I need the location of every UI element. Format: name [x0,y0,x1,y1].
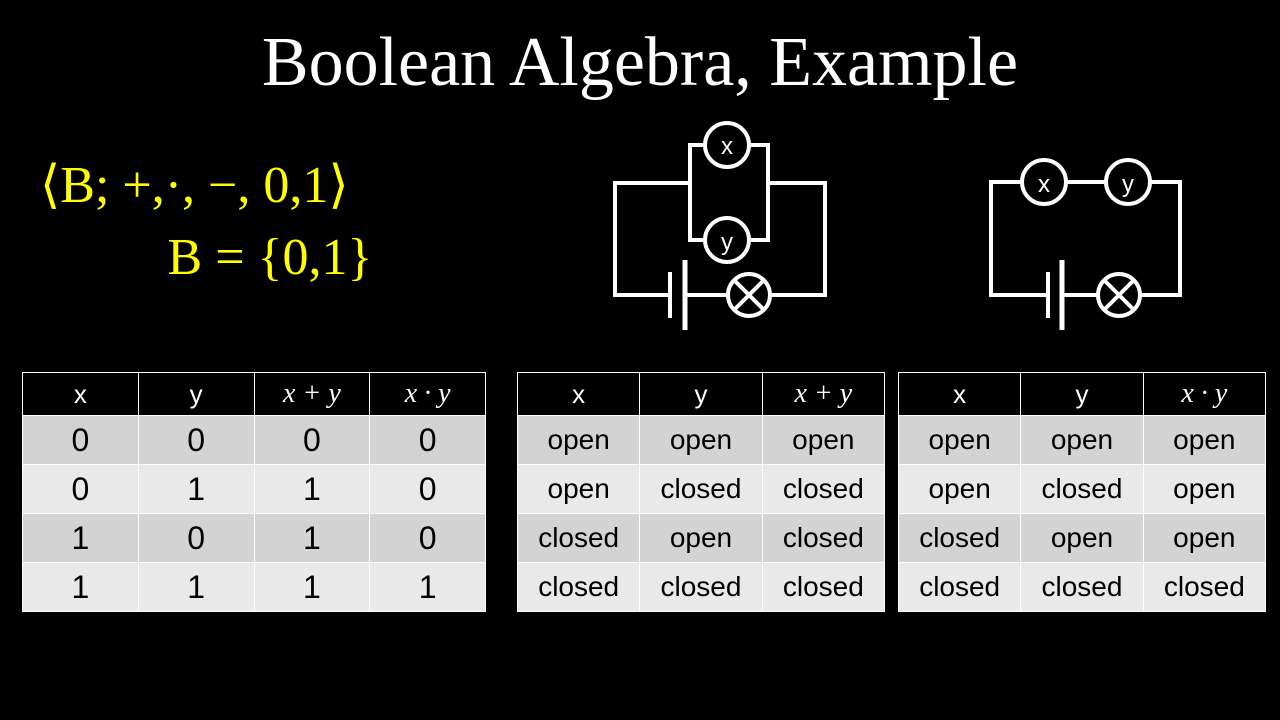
cell: closed [639,562,763,612]
cell: 1 [253,513,371,563]
table-row: closed closed closed [897,562,1267,612]
table-row: closed open closed [516,513,886,563]
cell: open [1142,513,1267,563]
cell: open [897,464,1022,514]
boolean-algebra-formula: ⟨B; +,·, −, 0,1⟩ B = {0,1} [30,150,530,294]
cell: open [639,415,763,465]
cell: closed [761,562,886,612]
battery-symbol [668,260,688,330]
parallel-switch-table: x y x + y open open open open closed clo… [516,372,886,612]
formula-signature-line: ⟨B; +,·, −, 0,1⟩ [40,157,349,214]
cell: 1 [22,562,139,612]
cell: 0 [22,464,139,514]
column-header-x: x [22,372,139,416]
cell: closed [516,562,641,612]
cell: open [1020,415,1144,465]
column-header-y: y [1020,372,1144,416]
column-header-y: y [639,372,763,416]
cell: open [897,415,1022,465]
formula-set-definition-line: B = {0,1} [167,229,373,286]
cell: open [516,415,641,465]
column-header-x: x [897,372,1022,416]
cell: closed [516,513,641,563]
cell: 1 [137,562,255,612]
table-header-row: x y x + y x · y [22,372,486,416]
switch-y-label: y [721,229,733,256]
column-header-y: y [137,372,255,416]
cell: 0 [22,415,139,465]
column-header-x-dot-y: x · y [1142,372,1267,416]
cell: closed [639,464,763,514]
cell: 1 [253,562,371,612]
cell: 0 [137,415,255,465]
cell: closed [761,513,886,563]
table-row: 1 0 1 0 [22,513,486,563]
cell: 1 [369,562,486,612]
cell: 0 [137,513,255,563]
cell: closed [1142,562,1267,612]
table-header-row: x y x · y [897,372,1267,416]
series-circuit-diagram: x y [975,120,1215,340]
cell: open [761,415,886,465]
cell: closed [1020,562,1144,612]
switch-y-label: y [1122,171,1134,198]
cell: open [1020,513,1144,563]
column-header-x-plus-y: x + y [253,372,371,416]
table-header-row: x y x + y [516,372,886,416]
table-row: 0 1 1 0 [22,464,486,514]
cell: 1 [22,513,139,563]
column-header-x-plus-y: x + y [761,372,886,416]
switch-x-label: x [1038,171,1050,198]
table-row: closed open open [897,513,1267,563]
cell: closed [897,513,1022,563]
cell: 1 [137,464,255,514]
table-row: open closed closed [516,464,886,514]
cell: 1 [253,464,371,514]
table-row: closed closed closed [516,562,886,612]
column-header-x: x [516,372,641,416]
cell: open [1142,464,1267,514]
column-header-x-dot-y: x · y [369,372,486,416]
cell: 0 [369,415,486,465]
page-title: Boolean Algebra, Example [261,24,1019,101]
binary-truth-table: x y x + y x · y 0 0 0 0 0 1 1 0 1 0 1 0 … [22,372,486,612]
lamp-symbol [1096,272,1142,318]
parallel-circuit-diagram: x y [595,120,845,340]
cell: open [516,464,641,514]
battery-symbol [1046,260,1065,330]
cell: closed [761,464,886,514]
table-row: open open open [897,415,1267,465]
cell: 0 [253,415,371,465]
cell: closed [1020,464,1144,514]
table-row: 1 1 1 1 [22,562,486,612]
switch-x-label: x [721,133,733,160]
series-switch-table: x y x · y open open open open closed ope… [897,372,1267,612]
cell: closed [897,562,1022,612]
cell: open [639,513,763,563]
table-row: open open open [516,415,886,465]
table-row: open closed open [897,464,1267,514]
cell: 0 [369,513,486,563]
cell: open [1142,415,1267,465]
table-row: 0 0 0 0 [22,415,486,465]
lamp-symbol [726,272,772,318]
cell: 0 [369,464,486,514]
